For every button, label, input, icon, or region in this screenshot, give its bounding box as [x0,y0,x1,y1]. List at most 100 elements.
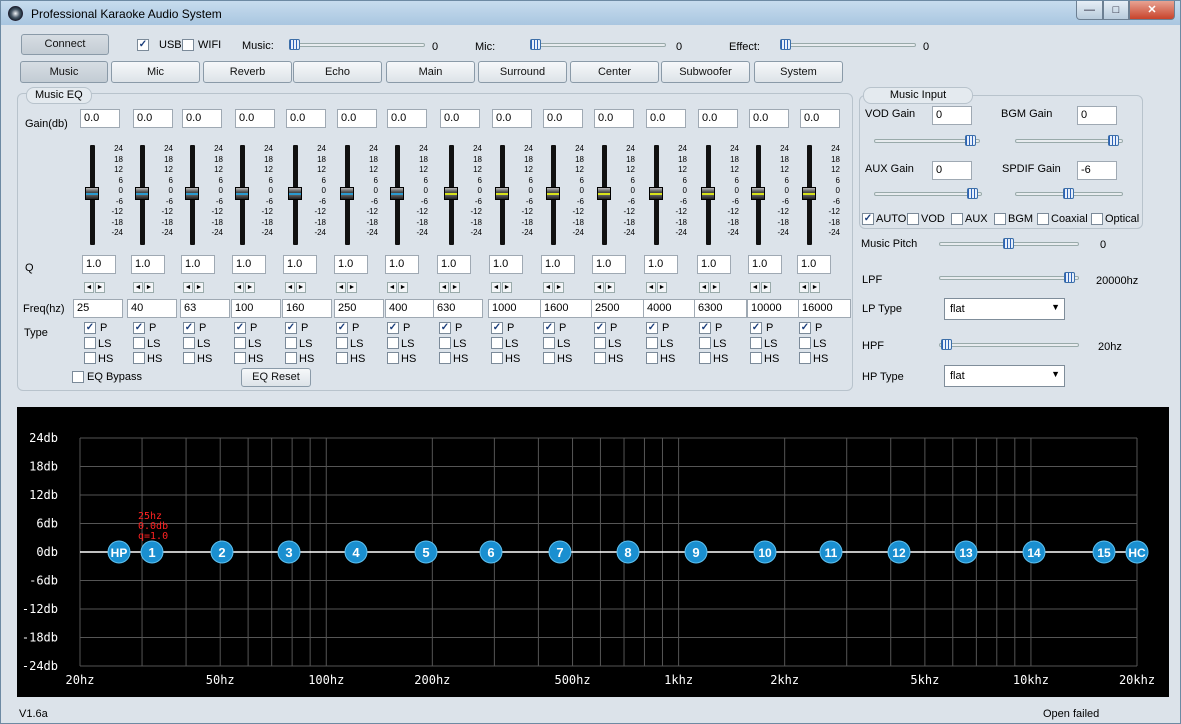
type-hs-checkbox[interactable] [699,352,711,364]
source-vod-checkbox[interactable] [907,213,919,225]
eq-freq-field[interactable]: 250 [334,299,384,318]
eq-q-stepper[interactable]: ◄ ► [234,280,256,293]
eq-response-graph[interactable]: 24db 18db 12db 6db 0db -6db -12db -18db -24db 20h… [17,407,1169,697]
left-arrow-icon[interactable]: ◄ [646,282,656,293]
left-arrow-icon[interactable]: ◄ [234,282,244,293]
vod-gain-slider[interactable] [965,135,976,146]
right-arrow-icon[interactable]: ► [194,282,204,293]
left-arrow-icon[interactable]: ◄ [285,282,295,293]
tab-music[interactable]: Music [20,61,108,83]
eq-bypass-checkbox[interactable] [72,371,84,383]
right-arrow-icon[interactable]: ► [347,282,357,293]
left-arrow-icon[interactable]: ◄ [439,282,449,293]
eq-q-field[interactable]: 1.0 [748,255,782,274]
left-arrow-icon[interactable]: ◄ [183,282,193,293]
eq-q-stepper[interactable]: ◄ ► [285,280,307,293]
lp-type-select[interactable]: flat ▼ [944,298,1065,320]
type-p-checkbox[interactable]: ✓ [336,322,348,334]
right-arrow-icon[interactable]: ► [554,282,564,293]
eq-q-field[interactable]: 1.0 [437,255,471,274]
spdif-gain-slider[interactable] [1063,188,1074,199]
eq-q-stepper[interactable]: ◄ ► [84,280,106,293]
eq-q-field[interactable]: 1.0 [82,255,116,274]
eq-fader-thumb[interactable] [135,187,149,200]
eq-q-stepper[interactable]: ◄ ► [594,280,616,293]
tab-surround[interactable]: Surround [478,61,567,83]
maximize-button[interactable]: □ [1103,1,1129,20]
eq-gain-field[interactable]: 0.0 [337,109,377,128]
left-arrow-icon[interactable]: ◄ [750,282,760,293]
tab-echo[interactable]: Echo [293,61,382,83]
eq-fader-thumb[interactable] [85,187,99,200]
mic-volume-slider[interactable] [530,39,541,50]
eq-q-stepper[interactable]: ◄ ► [543,280,565,293]
type-p-checkbox[interactable]: ✓ [594,322,606,334]
eq-gain-field[interactable]: 0.0 [646,109,686,128]
tab-subwoofer[interactable]: Subwoofer [661,61,750,83]
eq-gain-field[interactable]: 0.0 [698,109,738,128]
type-hs-checkbox[interactable] [183,352,195,364]
type-ls-checkbox[interactable] [285,337,297,349]
source-bgm-checkbox[interactable] [994,213,1006,225]
eq-q-stepper[interactable]: ◄ ► [491,280,513,293]
left-arrow-icon[interactable]: ◄ [133,282,143,293]
eq-freq-field[interactable]: 4000 [643,299,696,318]
type-ls-checkbox[interactable] [387,337,399,349]
eq-q-field[interactable]: 1.0 [644,255,678,274]
eq-q-stepper[interactable]: ◄ ► [133,280,155,293]
type-p-checkbox[interactable]: ✓ [750,322,762,334]
type-hs-checkbox[interactable] [84,352,96,364]
aux-gain-slider[interactable] [967,188,978,199]
tab-system[interactable]: System [754,61,843,83]
type-hs-checkbox[interactable] [646,352,658,364]
eq-freq-field[interactable]: 10000 [747,299,800,318]
type-p-checkbox[interactable]: ✓ [84,322,96,334]
type-ls-checkbox[interactable] [646,337,658,349]
eq-gain-field[interactable]: 0.0 [800,109,840,128]
eq-q-field[interactable]: 1.0 [592,255,626,274]
eq-fader-thumb[interactable] [649,187,663,200]
type-hs-checkbox[interactable] [594,352,606,364]
usb-checkbox[interactable]: ✓ [137,39,149,51]
type-hs-checkbox[interactable] [387,352,399,364]
hpf-slider[interactable] [941,339,952,350]
eq-q-field[interactable]: 1.0 [489,255,523,274]
eq-q-field[interactable]: 1.0 [334,255,368,274]
right-arrow-icon[interactable]: ► [710,282,720,293]
eq-fader-thumb[interactable] [546,187,560,200]
type-hs-checkbox[interactable] [234,352,246,364]
eq-q-field[interactable]: 1.0 [697,255,731,274]
left-arrow-icon[interactable]: ◄ [543,282,553,293]
type-hs-checkbox[interactable] [750,352,762,364]
type-ls-checkbox[interactable] [543,337,555,349]
type-ls-checkbox[interactable] [133,337,145,349]
eq-fader-thumb[interactable] [701,187,715,200]
right-arrow-icon[interactable]: ► [296,282,306,293]
eq-freq-field[interactable]: 400 [385,299,435,318]
type-ls-checkbox[interactable] [491,337,503,349]
bgm-gain-slider[interactable] [1108,135,1119,146]
right-arrow-icon[interactable]: ► [761,282,771,293]
eq-gain-field[interactable]: 0.0 [80,109,120,128]
eq-fader-thumb[interactable] [288,187,302,200]
type-ls-checkbox[interactable] [84,337,96,349]
type-p-checkbox[interactable]: ✓ [543,322,555,334]
right-arrow-icon[interactable]: ► [245,282,255,293]
eq-q-stepper[interactable]: ◄ ► [750,280,772,293]
eq-q-stepper[interactable]: ◄ ► [183,280,205,293]
eq-q-field[interactable]: 1.0 [181,255,215,274]
eq-freq-field[interactable]: 630 [433,299,483,318]
right-arrow-icon[interactable]: ► [657,282,667,293]
right-arrow-icon[interactable]: ► [450,282,460,293]
type-ls-checkbox[interactable] [750,337,762,349]
type-ls-checkbox[interactable] [699,337,711,349]
eq-q-stepper[interactable]: ◄ ► [336,280,358,293]
eq-fader-thumb[interactable] [444,187,458,200]
eq-q-stepper[interactable]: ◄ ► [799,280,821,293]
left-arrow-icon[interactable]: ◄ [799,282,809,293]
type-p-checkbox[interactable]: ✓ [133,322,145,334]
eq-gain-field[interactable]: 0.0 [543,109,583,128]
eq-q-stepper[interactable]: ◄ ► [646,280,668,293]
right-arrow-icon[interactable]: ► [398,282,408,293]
right-arrow-icon[interactable]: ► [95,282,105,293]
